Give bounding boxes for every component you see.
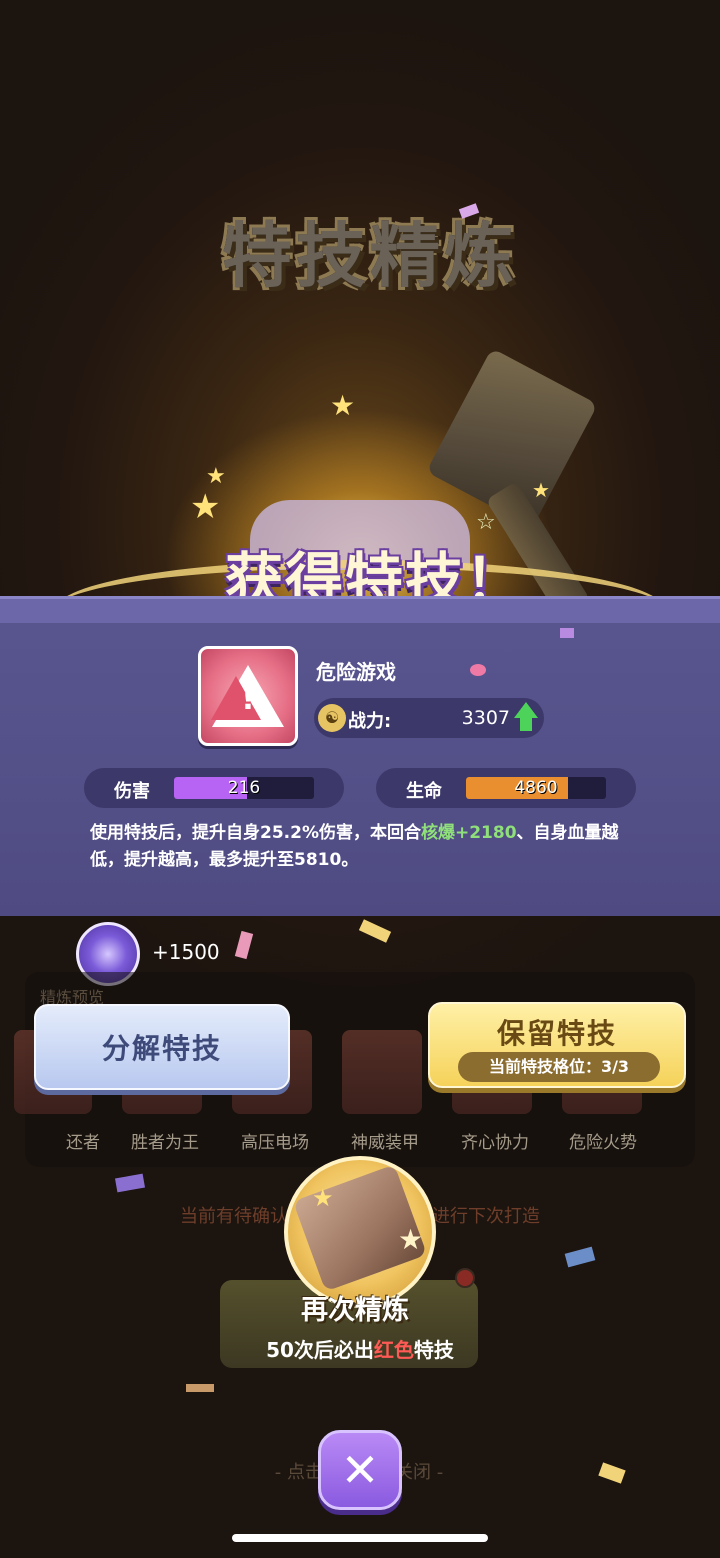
- damage-bar: 216: [174, 777, 314, 799]
- description-text: 使用特技后，提升自身25.2%伤害，本回合: [90, 823, 421, 843]
- refine-guarantee-text: 50次后必出红色特技: [220, 1334, 500, 1363]
- close-button[interactable]: ✕: [318, 1430, 402, 1510]
- confetti: [358, 919, 392, 943]
- panel-top-edge: [0, 599, 720, 623]
- power-label: 战力:: [348, 711, 392, 732]
- exclamation-icon: !: [241, 682, 255, 717]
- confetti: [186, 1384, 214, 1392]
- reward-amount: +1500: [152, 940, 220, 964]
- power-up-arrow-stem: [520, 717, 532, 731]
- keep-button[interactable]: 保留特技 当前特技格位：3/3: [428, 1002, 686, 1088]
- preview-item-label: 危险火势: [569, 1133, 637, 1153]
- red-dot-decoration: [455, 1268, 475, 1288]
- pink-dot-decoration: [470, 664, 486, 676]
- damage-value: 216: [227, 778, 261, 798]
- star-icon: ★: [206, 464, 226, 489]
- skill-name: 危险游戏: [316, 660, 396, 684]
- power-up-arrow-icon: [514, 702, 538, 718]
- preview-tile: [342, 1030, 422, 1114]
- skill-slot-count: 当前特技格位：3/3: [458, 1052, 660, 1082]
- confetti: [234, 930, 254, 960]
- star-icon: ★: [398, 1223, 424, 1256]
- hp-label: 生命: [406, 781, 442, 802]
- keep-button-label: 保留特技: [496, 1017, 617, 1050]
- preview-item-label: 高压电场: [241, 1133, 309, 1153]
- hp-value: 4860: [514, 778, 558, 798]
- home-indicator[interactable]: [232, 1534, 488, 1542]
- close-icon: ✕: [340, 1443, 380, 1497]
- refine-sub-suffix: 特技: [413, 1338, 454, 1362]
- preview-item-label: 胜者为王: [131, 1133, 199, 1153]
- preview-item-label: 齐心协力: [461, 1133, 529, 1153]
- hp-bar: 4860: [466, 777, 606, 799]
- power-icon: ☯: [318, 704, 346, 732]
- star-icon: ★: [330, 389, 356, 422]
- confetti: [564, 1246, 596, 1268]
- skill-description: 使用特技后，提升自身25.2%伤害，本回合核爆+2180、自身血量越低，提升越高…: [90, 820, 650, 874]
- preview-item-label: 神威装甲: [351, 1133, 419, 1153]
- star-icon: ★: [312, 1184, 334, 1212]
- confetti: [114, 1173, 146, 1193]
- damage-label: 伤害: [114, 781, 150, 802]
- star-icon: ★: [190, 487, 221, 527]
- confetti: [560, 628, 574, 638]
- page-title: 特技精炼: [222, 214, 518, 297]
- description-highlight: 核爆+2180: [420, 823, 517, 843]
- refine-sub-highlight: 红色: [373, 1338, 414, 1362]
- confetti: [598, 1462, 626, 1484]
- star-icon: ★: [532, 478, 550, 502]
- decompose-button[interactable]: 分解特技: [34, 1004, 290, 1090]
- refine-sub-prefix: 50次后必出: [266, 1338, 374, 1362]
- power-value: 3307: [461, 707, 510, 729]
- refine-again-title[interactable]: 再次精炼: [220, 1288, 490, 1327]
